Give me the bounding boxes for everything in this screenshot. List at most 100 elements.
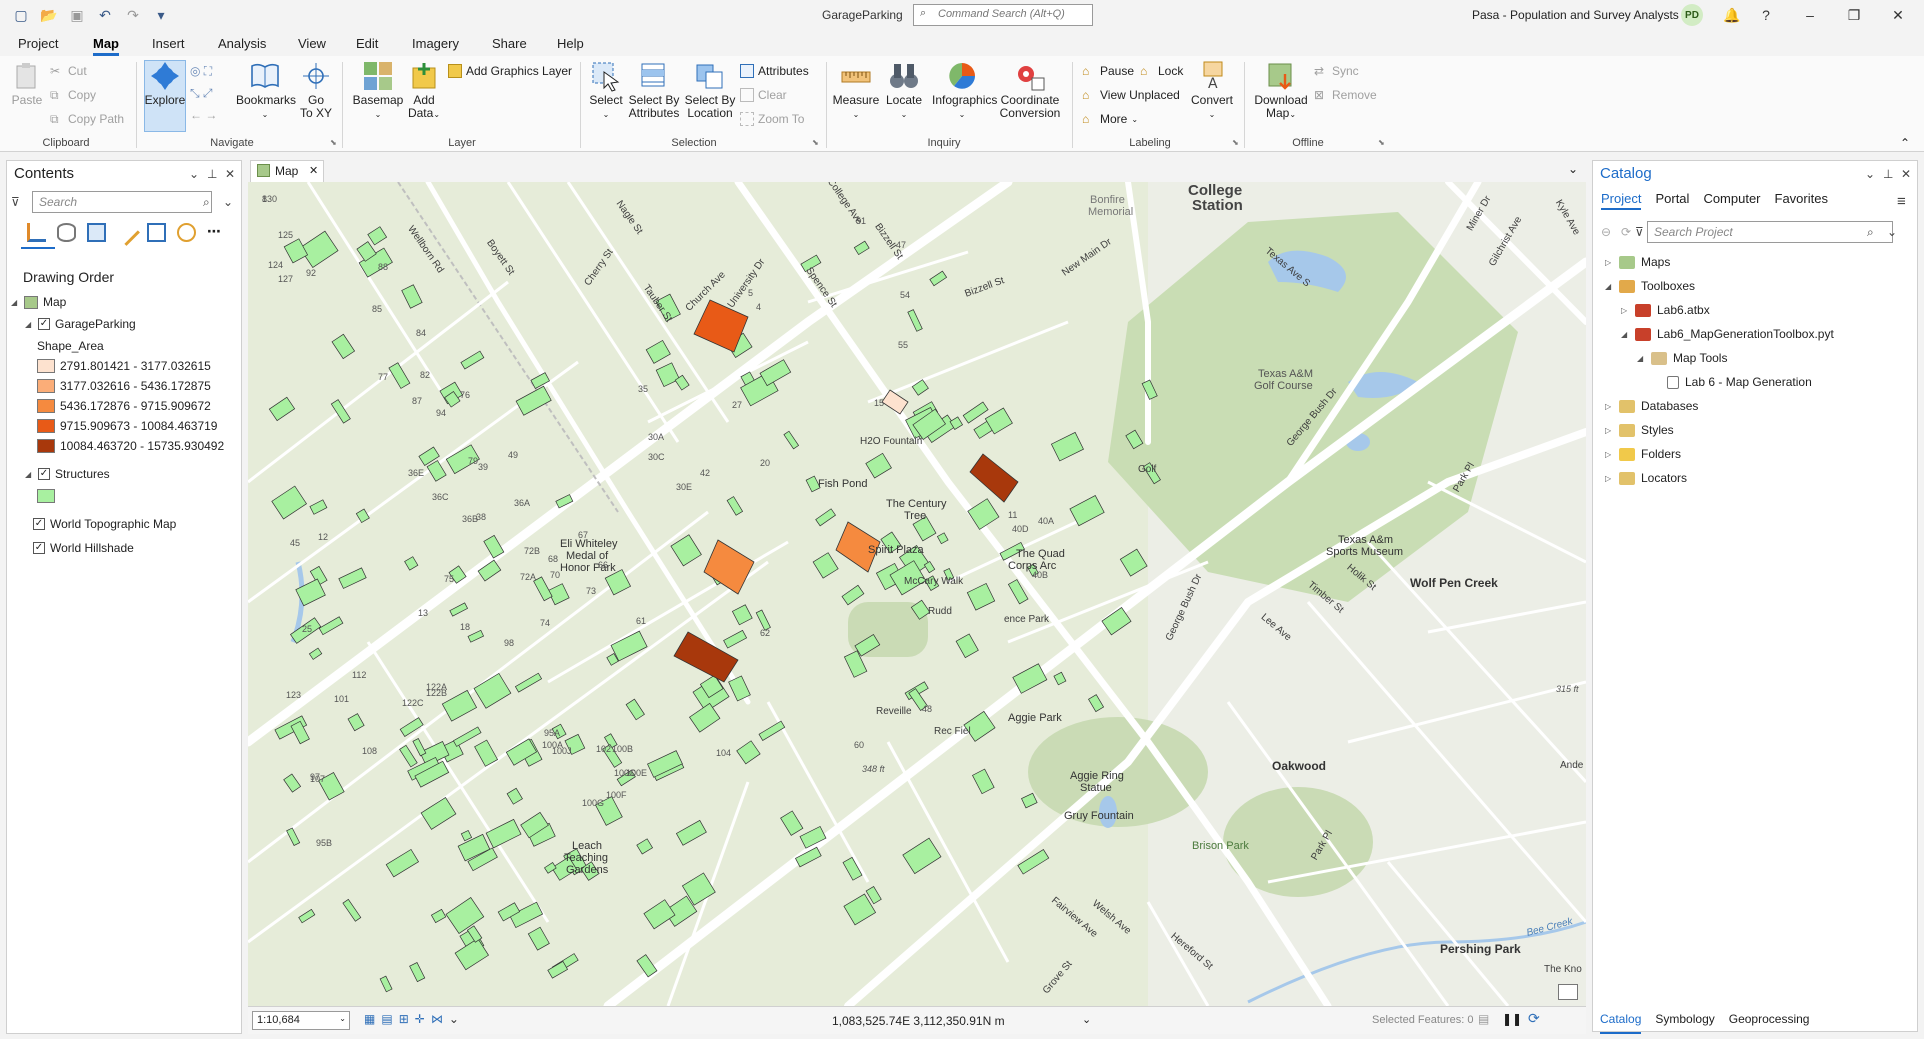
search-options-chevron-icon[interactable]: ⌄ xyxy=(223,195,233,209)
catalog-search-input[interactable]: Search Project xyxy=(1647,221,1893,243)
catalog-item-map-tools[interactable]: ◢ Map Tools xyxy=(1637,351,1727,365)
catalog-item-locators[interactable]: ▷ Locators xyxy=(1605,471,1687,485)
pause-drawing-icon[interactable]: ❚❚ xyxy=(1502,1012,1522,1026)
tab-view[interactable]: View xyxy=(298,33,326,51)
catalog-item-styles[interactable]: ▷ Styles xyxy=(1605,423,1674,437)
legend-class-row[interactable]: 10084.463720 - 15735.930492 xyxy=(37,439,224,453)
list-by-selection-icon[interactable] xyxy=(87,223,106,242)
save-project-icon[interactable]: ▣ xyxy=(66,4,88,26)
pin-icon[interactable]: ⊥ xyxy=(1883,167,1893,181)
tab-imagery[interactable]: Imagery xyxy=(412,33,459,51)
expand-triangle-icon[interactable]: ▷ xyxy=(1605,426,1613,435)
bottom-tab-geoprocessing[interactable]: Geoprocessing xyxy=(1729,1012,1810,1034)
close-button[interactable]: ✕ xyxy=(1884,4,1912,26)
expand-triangle-icon[interactable]: ▷ xyxy=(1605,450,1613,459)
new-project-icon[interactable]: ▢ xyxy=(10,4,32,26)
more-options-icon[interactable]: ⋯ xyxy=(207,223,226,242)
snapping-icon[interactable]: ⊞ xyxy=(399,1012,409,1026)
coordinate-conversion-button[interactable]: Coordinate Conversion xyxy=(998,60,1062,120)
tab-edit[interactable]: Edit xyxy=(356,33,378,51)
attributes-button[interactable]: Attributes xyxy=(740,64,809,78)
maximize-button[interactable]: ❐ xyxy=(1840,4,1868,26)
refresh-icon[interactable]: ⟳ xyxy=(1528,1010,1540,1027)
legend-class-row[interactable]: 2791.801421 - 3177.032615 xyxy=(37,359,211,373)
customize-toolbar-icon[interactable]: ▾ xyxy=(150,4,172,26)
collapse-triangle-icon[interactable]: ◢ xyxy=(1605,282,1613,291)
layer-garageparking[interactable]: ◢ ✓ GarageParking xyxy=(25,317,136,331)
list-by-snapping-icon[interactable] xyxy=(147,223,166,242)
user-avatar[interactable]: PD xyxy=(1681,4,1703,26)
help-button[interactable]: ? xyxy=(1752,4,1780,26)
download-map-button[interactable]: Download Map⌄ xyxy=(1252,60,1310,121)
search-icon[interactable]: ⌕ xyxy=(203,195,210,210)
expand-triangle-icon[interactable]: ◢ xyxy=(25,320,33,329)
add-graphics-layer-button[interactable]: Add Graphics Layer xyxy=(448,64,572,78)
catalog-tab-computer[interactable]: Computer xyxy=(1703,191,1760,210)
selection-table-icon[interactable]: ▤ xyxy=(1478,1012,1489,1026)
catalog-item-folders[interactable]: ▷ Folders xyxy=(1605,447,1681,461)
map-view[interactable]: College Station Bonfire Memorial Texas A… xyxy=(248,182,1586,1006)
bottom-tab-symbology[interactable]: Symbology xyxy=(1655,1012,1714,1034)
search-chevron-icon[interactable]: ⌄ xyxy=(1887,225,1897,239)
catalog-item-lab6-tool[interactable]: Lab 6 - Map Generation xyxy=(1667,375,1812,389)
map-canvas[interactable] xyxy=(248,182,1586,1006)
chevron-down-icon[interactable]: ⌄ xyxy=(449,1012,459,1026)
pin-icon[interactable]: ⊥ xyxy=(207,167,217,181)
offline-launcher-icon[interactable]: ⬊ xyxy=(1378,138,1385,147)
layer-world-topographic-map[interactable]: ✓ World Topographic Map xyxy=(33,517,176,531)
layer-visibility-checkbox[interactable]: ✓ xyxy=(38,468,50,480)
add-data-button[interactable]: Add Data⌄ xyxy=(406,60,442,121)
expand-triangle-icon[interactable]: ▷ xyxy=(1605,474,1613,483)
layer-world-hillshade[interactable]: ✓ World Hillshade xyxy=(33,541,134,555)
close-tab-icon[interactable]: ✕ xyxy=(309,164,318,177)
pause-labeling-button[interactable]: ⌂ Pause xyxy=(1082,64,1134,78)
contents-search-input[interactable]: Search xyxy=(32,191,212,213)
locate-button[interactable]: Locate ⌄ xyxy=(882,60,926,121)
back-icon[interactable]: ⊖ xyxy=(1601,225,1611,239)
more-labeling-button[interactable]: ⌂ More ⌄ xyxy=(1082,112,1138,126)
legend-class-row[interactable]: 3177.032616 - 5436.172875 xyxy=(37,379,211,393)
select-button[interactable]: Select ⌄ xyxy=(588,60,624,121)
catalog-tab-portal[interactable]: Portal xyxy=(1655,191,1689,210)
tab-list-chevron-icon[interactable]: ⌄ xyxy=(1568,162,1578,176)
redo-icon[interactable]: ↷ xyxy=(122,4,144,26)
catalog-tab-project[interactable]: Project xyxy=(1601,191,1642,210)
collapse-triangle-icon[interactable]: ◢ xyxy=(1621,330,1629,339)
zoom-to-selection-button[interactable]: Zoom To xyxy=(740,112,804,126)
catalog-item-maps[interactable]: ▷ Maps xyxy=(1605,255,1670,269)
list-by-labeling-icon[interactable] xyxy=(177,223,196,242)
map-node[interactable]: ◢ Map xyxy=(11,295,66,309)
expand-triangle-icon[interactable]: ▷ xyxy=(1605,402,1613,411)
catalog-item-lab6-atbx[interactable]: ▷ Lab6.atbx xyxy=(1621,303,1710,317)
catalog-tab-favorites[interactable]: Favorites xyxy=(1775,191,1828,210)
coordinate-format-chevron-icon[interactable]: ⌄ xyxy=(1082,1013,1091,1026)
go-to-xy-button[interactable]: Go To XY xyxy=(298,60,334,120)
explore-button[interactable]: Explore xyxy=(144,60,186,107)
layer-visibility-checkbox[interactable]: ✓ xyxy=(33,542,45,554)
search-icon[interactable]: ⌕ xyxy=(1867,225,1874,240)
collapse-triangle-icon[interactable]: ◢ xyxy=(1637,354,1645,363)
collapse-ribbon-icon[interactable]: ⌃ xyxy=(1900,136,1910,150)
crosshair-icon[interactable]: ✛ xyxy=(415,1012,425,1026)
bottom-tab-catalog[interactable]: Catalog xyxy=(1600,1012,1642,1034)
navigate-launcher-icon[interactable]: ⬊ xyxy=(330,138,337,147)
expand-triangle-icon[interactable]: ▷ xyxy=(1605,258,1613,267)
tab-help[interactable]: Help xyxy=(557,33,584,51)
tab-map[interactable]: Map xyxy=(93,33,119,56)
previous-next-extent-icon[interactable]: ← → xyxy=(190,108,217,122)
command-search-input[interactable]: ⌕ Command Search (Alt+Q) xyxy=(913,4,1093,26)
expand-triangle-icon[interactable]: ▷ xyxy=(1621,306,1629,315)
select-by-attributes-button[interactable]: Select By Attributes xyxy=(626,60,682,120)
expand-triangle-icon[interactable]: ◢ xyxy=(11,298,19,307)
expand-triangle-icon[interactable]: ◢ xyxy=(25,470,33,479)
lock-labeling-button[interactable]: ⌂ Lock xyxy=(1140,64,1183,78)
close-pane-icon[interactable]: ✕ xyxy=(1901,167,1911,181)
layer-visibility-checkbox[interactable]: ✓ xyxy=(38,318,50,330)
convert-labels-button[interactable]: A Convert ⌄ xyxy=(1188,60,1236,121)
cut-button[interactable]: ✂ Cut xyxy=(50,64,87,78)
grid-icon[interactable]: ▦ xyxy=(364,1012,375,1026)
catalog-item-toolboxes[interactable]: ◢ Toolboxes xyxy=(1605,279,1695,293)
measure-button[interactable]: Measure ⌄ xyxy=(832,60,880,121)
table-icon[interactable]: ▤ xyxy=(381,1012,392,1026)
infographics-button[interactable]: Infographics ⌄ xyxy=(932,60,997,121)
